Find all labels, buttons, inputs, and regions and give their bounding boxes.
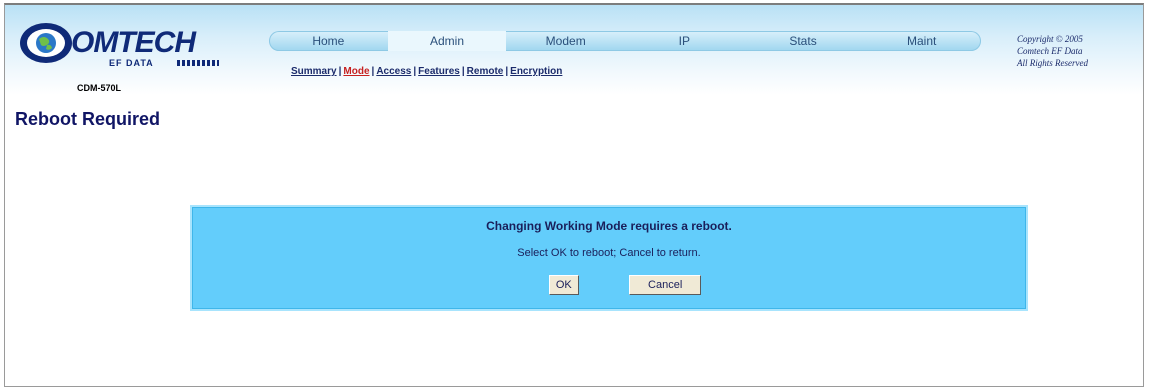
dialog-heading: Changing Working Mode requires a reboot. bbox=[486, 219, 732, 233]
comtech-logo: OMTECH EF DATA bbox=[19, 21, 249, 75]
nav-home[interactable]: Home bbox=[269, 31, 388, 51]
header: OMTECH EF DATA CDM-570L Home Admin Modem… bbox=[5, 5, 1143, 95]
logo-wordmark: OMTECH bbox=[71, 26, 196, 59]
dialog-buttons: OK Cancel bbox=[192, 275, 1026, 295]
subnav-features[interactable]: Features bbox=[418, 66, 460, 77]
dialog-message: Select OK to reboot; Cancel to return. bbox=[517, 247, 701, 259]
reboot-dialog: Changing Working Mode requires a reboot.… bbox=[190, 205, 1028, 311]
browser-frame: OMTECH EF DATA CDM-570L Home Admin Modem… bbox=[4, 3, 1144, 387]
subnav-access[interactable]: Access bbox=[376, 66, 411, 77]
nav-ip[interactable]: IP bbox=[625, 31, 744, 51]
company-line: Comtech EF Data bbox=[1017, 46, 1083, 56]
copyright-notice: Copyright © 2005 Comtech EF Data All Rig… bbox=[1017, 33, 1141, 69]
page-title: Reboot Required bbox=[15, 109, 161, 129]
separator: | bbox=[461, 66, 465, 77]
sub-nav: Summary | Mode | Access | Features | Remote | Encr… bbox=[291, 66, 562, 77]
subnav-encryption[interactable]: Encryption bbox=[510, 66, 562, 77]
subnav-summary[interactable]: Summary bbox=[291, 66, 337, 77]
nav-modem[interactable]: Modem bbox=[506, 31, 625, 51]
main-nav: Home Admin Modem IP Stats Maint bbox=[269, 31, 981, 51]
copyright-line: Copyright © 2005 bbox=[1017, 34, 1083, 44]
nav-admin[interactable]: Admin bbox=[387, 31, 507, 51]
logo-subtitle: EF DATA bbox=[109, 58, 154, 68]
subnav-mode[interactable]: Mode bbox=[343, 66, 369, 77]
logo-bars bbox=[177, 60, 219, 66]
rights-line: All Rights Reserved bbox=[1017, 58, 1088, 68]
model-label: CDM-570L bbox=[77, 83, 122, 93]
globe-icon bbox=[20, 23, 72, 63]
subnav-remote[interactable]: Remote bbox=[467, 66, 504, 77]
nav-stats[interactable]: Stats bbox=[744, 31, 863, 51]
ok-button[interactable]: OK bbox=[548, 275, 579, 295]
cancel-button[interactable]: Cancel bbox=[629, 275, 702, 295]
nav-maint[interactable]: Maint bbox=[862, 31, 981, 51]
